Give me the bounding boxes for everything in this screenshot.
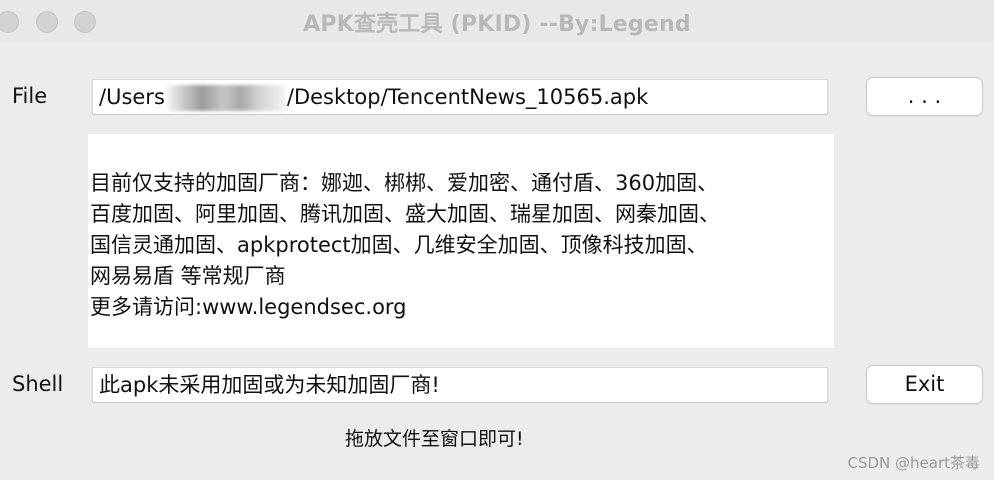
watermark: CSDN @heart茶毒	[847, 454, 980, 472]
file-path-field[interactable]: /Users/Desktop/TencentNews_10565.apk	[92, 79, 828, 115]
drop-hint: 拖放文件至窗口即可!	[345, 428, 524, 450]
file-label: File	[12, 84, 48, 108]
shell-label: Shell	[12, 372, 64, 396]
info-line: 更多请访问:www.legendsec.org	[90, 295, 407, 319]
info-line: 百度加固、阿里加固、腾讯加固、盛大加固、瑞星加固、网秦加固、	[90, 202, 720, 226]
supported-vendors-panel: 目前仅支持的加固厂商：娜迦、梆梆、爱加密、通付盾、360加固、 百度加固、阿里加…	[88, 134, 834, 348]
redacted-username	[166, 85, 285, 111]
browse-button[interactable]: . . .	[866, 77, 983, 116]
file-path-suffix: /Desktop/TencentNews_10565.apk	[286, 85, 649, 109]
info-line: 国信灵通加固、apkprotect加固、几维安全加固、顶像科技加固、	[90, 233, 708, 257]
title-bar: APK查壳工具 (PKID) --By:Legend	[0, 0, 994, 42]
app-window: APK查壳工具 (PKID) --By:Legend File /Users/D…	[0, 0, 994, 480]
shell-result-field[interactable]: 此apk未采用加固或为未知加固厂商!	[92, 367, 828, 403]
exit-button[interactable]: Exit	[866, 365, 983, 404]
window-title: APK查壳工具 (PKID) --By:Legend	[303, 12, 691, 37]
info-line: 目前仅支持的加固厂商：娜迦、梆梆、爱加密、通付盾、360加固、	[90, 171, 719, 195]
info-line: 网易易盾 等常规厂商	[90, 264, 286, 288]
file-path-prefix: /Users	[99, 85, 165, 109]
